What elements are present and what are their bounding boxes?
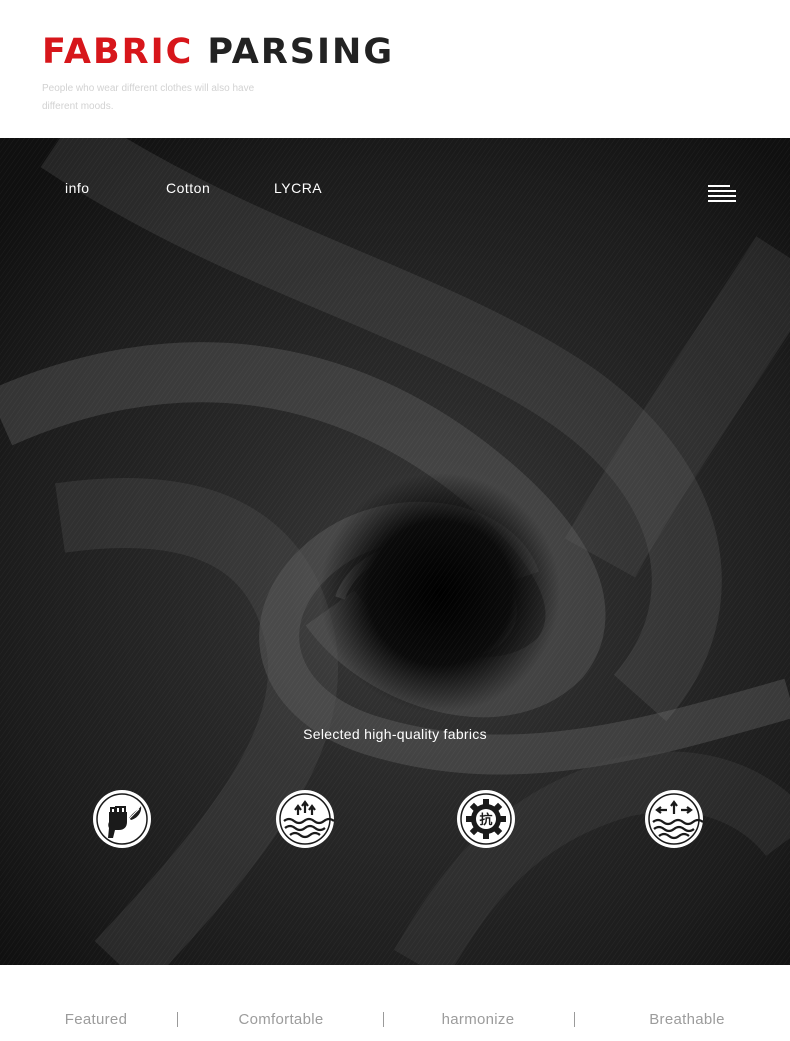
feature-label-featured: Featured: [64, 1011, 128, 1028]
breathable-water-icon: [645, 790, 704, 848]
nav-item-cotton[interactable]: Cotton: [166, 180, 210, 196]
nav-item-info[interactable]: info: [65, 180, 90, 196]
product-detail-page: FABRIC PARSING People who wear different …: [0, 0, 790, 1041]
feature-label-breathable: Breathable: [649, 1011, 725, 1028]
title-main: PARSING: [207, 32, 395, 72]
feature-labels-bar: Featured Comfortable harmonize Breathabl…: [0, 965, 790, 1041]
header: FABRIC PARSING People who wear different …: [0, 0, 790, 138]
feature-label-comfortable: Comfortable: [238, 1011, 324, 1028]
fabric-tagline: Selected high-quality fabrics: [303, 726, 487, 742]
fist-leaf-icon: [93, 790, 151, 848]
title-accent: FABRIC: [42, 32, 194, 72]
separator: [383, 1012, 384, 1027]
page-title: FABRIC PARSING: [42, 30, 394, 74]
page-subtitle: People who wear different clothes will a…: [42, 83, 255, 112]
nav-item-lycra[interactable]: LYCRA: [274, 180, 322, 196]
anti-glyph: 抗: [479, 812, 492, 828]
separator: [574, 1012, 575, 1027]
feature-label-harmonize: harmonize: [441, 1011, 515, 1028]
arrows-water-icon: [276, 790, 335, 848]
separator: [177, 1012, 178, 1027]
fabric-banner: info Cotton LYCRA Selected high-quality …: [0, 138, 790, 965]
hamburger-menu-icon[interactable]: [708, 183, 736, 203]
anti-gear-icon: 抗: [457, 790, 515, 848]
